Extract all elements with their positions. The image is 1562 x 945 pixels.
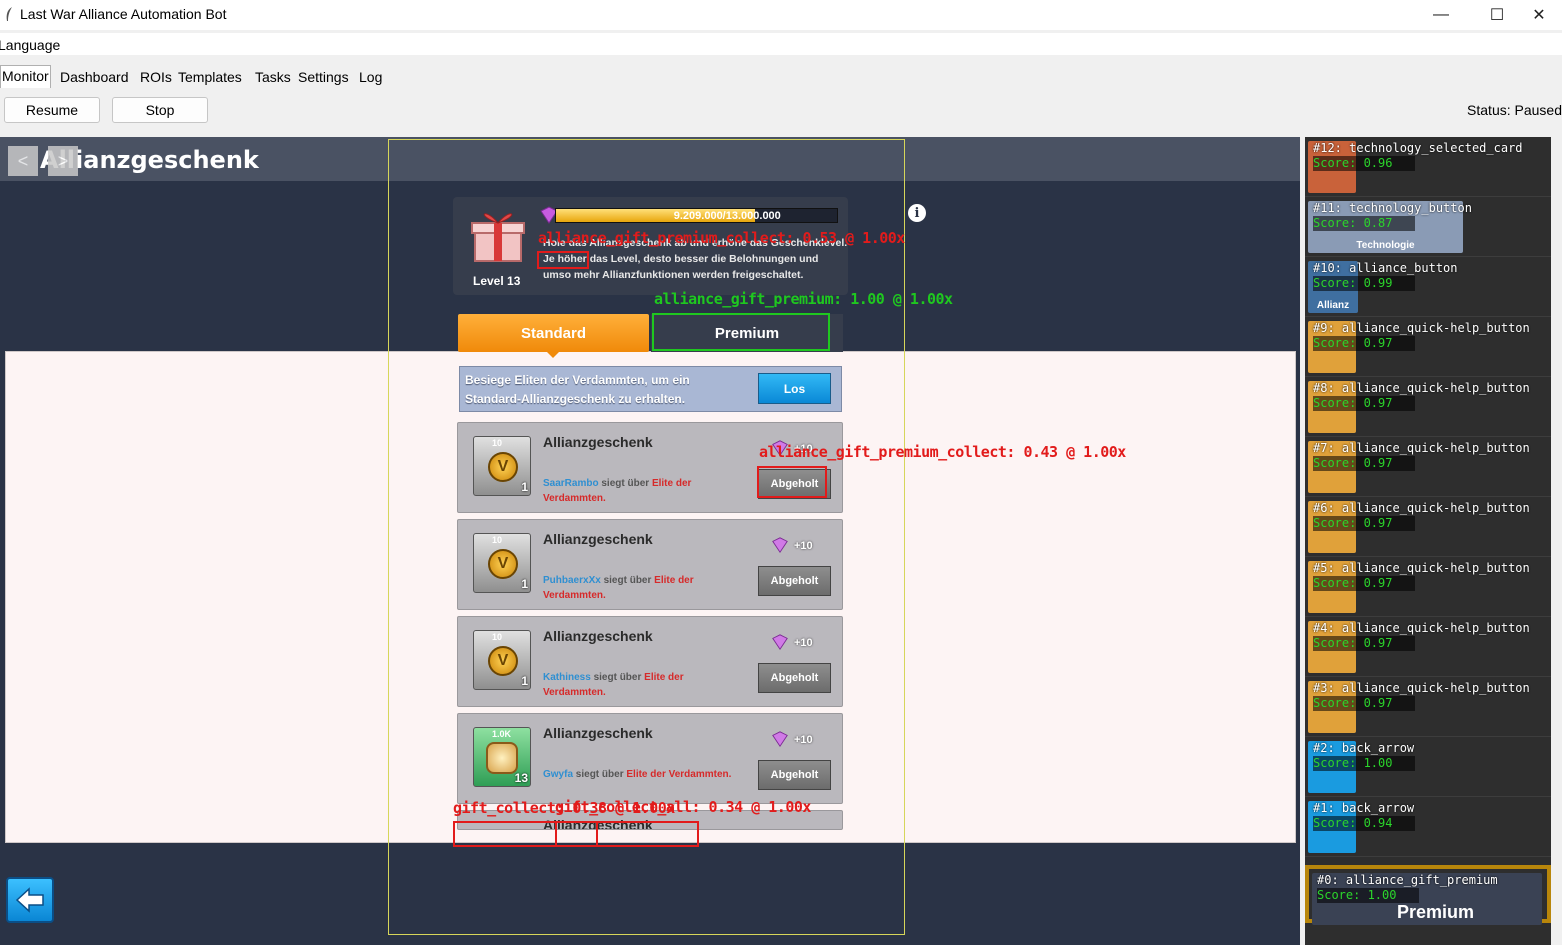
stop-button[interactable]: Stop — [112, 97, 208, 123]
detections-panel: #12: technology_selected_card Score: 0.96… — [1300, 137, 1562, 945]
minimize-button[interactable]: — — [1418, 0, 1464, 30]
detection-label: alliance_gift_premium_collect: 0.53 @ 1.… — [538, 229, 905, 247]
detection-list-item[interactable]: #7: alliance_quick-help_button Score: 0.9… — [1305, 437, 1551, 497]
detection-list-item[interactable]: Premium #0: alliance_gift_premium Score: 1… — [1305, 865, 1551, 925]
detection-name: #10: alliance_button — [1313, 261, 1458, 275]
detection-name: #12: technology_selected_card — [1313, 141, 1523, 155]
detection-list-item[interactable]: #1: back_arrow Score: 0.94 — [1305, 797, 1551, 857]
menu-bar: Language — [0, 33, 1562, 55]
detection-score: Score: 0.97 — [1313, 576, 1393, 590]
close-button[interactable]: ✕ — [1516, 0, 1562, 30]
tab-monitor[interactable]: Monitor — [0, 65, 51, 88]
detection-name: #0: alliance_gift_premium — [1317, 873, 1498, 887]
tab-dashboard[interactable]: Dashboard — [58, 67, 131, 90]
tab-bar: Monitor Dashboard ROIs Templates Tasks S… — [0, 62, 1562, 90]
detection-score: Score: 0.97 — [1313, 636, 1393, 650]
detection-box — [596, 821, 699, 847]
prev-button[interactable]: < — [8, 146, 38, 176]
feather-icon — [6, 7, 12, 21]
detection-box — [757, 466, 827, 498]
detection-score: Score: 0.99 — [1313, 276, 1393, 290]
detection-score: Score: 0.97 — [1313, 516, 1393, 530]
back-arrow-icon — [15, 887, 44, 913]
detection-list-item[interactable]: #2: back_arrow Score: 1.00 — [1305, 737, 1551, 797]
maximize-button[interactable]: ☐ — [1474, 0, 1520, 30]
detection-score: Score: 1.00 — [1317, 888, 1397, 902]
menu-language[interactable]: Language — [0, 37, 60, 53]
detection-list-item[interactable]: #9: alliance_quick-help_button Score: 0.9… — [1305, 317, 1551, 377]
detection-label: alliance_gift_premium: 1.00 @ 1.00x — [654, 290, 953, 308]
detection-list: #12: technology_selected_card Score: 0.96… — [1305, 137, 1551, 945]
detection-score: Score: 1.00 — [1313, 756, 1393, 770]
detection-list-item[interactable]: #6: alliance_quick-help_button Score: 0.9… — [1305, 497, 1551, 557]
detection-label: alliance_gift_premium_collect: 0.43 @ 1.… — [759, 443, 1126, 461]
detection-score: Score: 0.97 — [1313, 396, 1393, 410]
toolbar: Resume Stop Status: Paused — [0, 90, 1562, 134]
scrollbar[interactable] — [1551, 137, 1562, 945]
detection-name: #1: back_arrow — [1313, 801, 1415, 815]
tab-templates[interactable]: Templates — [176, 67, 244, 90]
detection-name: #3: alliance_quick-help_button — [1313, 681, 1530, 695]
tab-tasks[interactable]: Tasks — [253, 67, 293, 90]
detection-score: Score: 0.94 — [1313, 816, 1393, 830]
back-arrow-button[interactable] — [6, 877, 54, 923]
detection-list-item[interactable]: #8: alliance_quick-help_button Score: 0.9… — [1305, 377, 1551, 437]
detection-box — [652, 313, 830, 351]
tab-log[interactable]: Log — [357, 67, 384, 90]
detection-score: Score: 0.97 — [1313, 696, 1393, 710]
detection-list-item[interactable]: #4: alliance_quick-help_button Score: 0.9… — [1305, 617, 1551, 677]
resume-button[interactable]: Resume — [4, 97, 100, 123]
title-bar: Last War Alliance Automation Bot — ☐ ✕ — [0, 0, 1562, 30]
monitor-canvas[interactable]: Allianzgeschenk < > Level 13 9.209.000/1… — [0, 137, 1300, 945]
detection-list-item[interactable]: Technologie #11: technology_button Score: … — [1305, 197, 1551, 257]
detection-name: #5: alliance_quick-help_button — [1313, 561, 1530, 575]
detection-box — [453, 821, 557, 847]
detection-list-item[interactable]: #5: alliance_quick-help_button Score: 0.9… — [1305, 557, 1551, 617]
info-icon[interactable]: i — [908, 204, 926, 222]
detection-name: #4: alliance_quick-help_button — [1313, 621, 1530, 635]
status-text: Status: Paused — [1467, 102, 1562, 118]
detection-list-item[interactable]: Allianz #10: alliance_button Score: 0.99 — [1305, 257, 1551, 317]
tab-settings[interactable]: Settings — [296, 67, 351, 90]
detection-list-item[interactable]: #12: technology_selected_card Score: 0.96 — [1305, 137, 1551, 197]
detection-score: Score: 0.96 — [1313, 156, 1393, 170]
detection-box — [537, 251, 589, 269]
detection-name: #11: technology_button — [1313, 201, 1472, 215]
detection-score: Score: 0.97 — [1313, 456, 1393, 470]
detection-score: Score: 0.97 — [1313, 336, 1393, 350]
tab-rois[interactable]: ROIs — [138, 67, 174, 90]
detection-score: Score: 0.87 — [1313, 216, 1393, 230]
window-title: Last War Alliance Automation Bot — [20, 6, 227, 22]
detection-list-item[interactable]: #3: alliance_quick-help_button Score: 0.9… — [1305, 677, 1551, 737]
next-button[interactable]: > — [48, 146, 78, 176]
detection-name: #8: alliance_quick-help_button — [1313, 381, 1530, 395]
detection-label: gift_collect: 0.38 @ 1.00x — [453, 799, 675, 817]
detection-name: #7: alliance_quick-help_button — [1313, 441, 1530, 455]
detection-name: #9: alliance_quick-help_button — [1313, 321, 1530, 335]
detection-name: #6: alliance_quick-help_button — [1313, 501, 1530, 515]
detection-name: #2: back_arrow — [1313, 741, 1415, 755]
